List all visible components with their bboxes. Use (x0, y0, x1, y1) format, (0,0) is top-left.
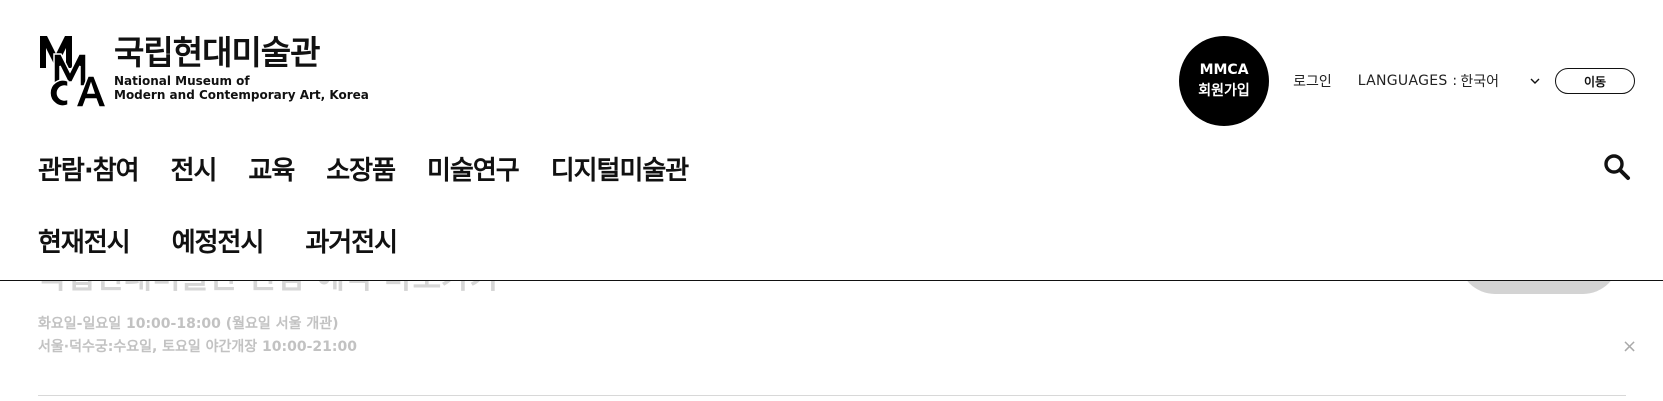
notice-night-hours-line: 서울·덕수궁:수요일, 토요일 야간개장 10:00-21:00 (38, 339, 357, 355)
join-label-line1: MMCA (1199, 62, 1249, 78)
login-link[interactable]: 로그인 (1293, 71, 1332, 91)
mmca-logo-icon (40, 36, 108, 108)
language-go-button[interactable]: 이동 (1555, 68, 1635, 94)
utility-menu: MMCA 회원가입 로그인 LANGUAGES : 한국어 이동 (1179, 36, 1635, 126)
language-label: LANGUAGES : (1357, 73, 1458, 89)
exhibition-sub-nav: 현재전시 예정전시 과거전시 (38, 222, 439, 259)
language-select[interactable]: LANGUAGES : 한국어 (1358, 71, 1541, 91)
logo-text: 국립현대미술관 National Museum of Modern and Co… (114, 34, 369, 108)
sub-nav-item-upcoming[interactable]: 예정전시 (172, 222, 265, 259)
mmca-join-button[interactable]: MMCA 회원가입 (1179, 36, 1270, 126)
logo-name-en-line2: Modern and Contemporary Art, Korea (114, 88, 369, 102)
notice-close-icon[interactable]: × (1622, 338, 1637, 356)
nav-item-exhibitions[interactable]: 전시 (171, 150, 218, 187)
language-selected-value: 한국어 (1460, 74, 1499, 90)
chevron-down-icon[interactable] (1529, 75, 1541, 87)
sub-nav-item-current[interactable]: 현재전시 (38, 222, 131, 259)
notice-hours-line: 화요일-일요일 10:00-18:00 (월요일 서울 개관) (38, 316, 339, 332)
nav-item-visit[interactable]: 관람·참여 (38, 150, 140, 187)
site-header: 국립현대미술관 National Museum of Modern and Co… (0, 0, 1663, 281)
nav-item-education[interactable]: 교육 (248, 150, 295, 187)
sub-nav-item-past[interactable]: 과거전시 (305, 222, 398, 259)
logo-name-en: National Museum of Modern and Contempora… (114, 74, 369, 102)
nav-item-research[interactable]: 미술연구 (427, 150, 520, 187)
page: 국립현대미술관 관람 예약 바로가기 화요일-일요일 10:00-18:00 (… (0, 0, 1663, 401)
site-logo[interactable]: 국립현대미술관 National Museum of Modern and Co… (38, 34, 369, 108)
search-icon[interactable] (1603, 153, 1631, 181)
join-label-line2: 회원가입 (1198, 83, 1250, 99)
divider (38, 395, 1626, 396)
main-nav: 관람·참여 전시 교육 소장품 미술연구 디지털미술관 (38, 150, 720, 187)
nav-item-digital-museum[interactable]: 디지털미술관 (551, 150, 690, 187)
logo-name-en-line1: National Museum of (114, 74, 250, 88)
logo-name-kr: 국립현대미술관 (114, 33, 321, 72)
nav-item-collection[interactable]: 소장품 (326, 150, 396, 187)
